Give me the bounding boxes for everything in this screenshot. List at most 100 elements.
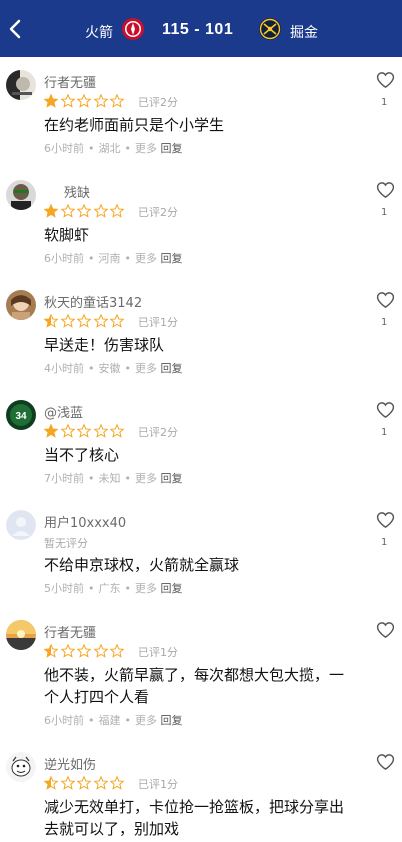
username[interactable]: 残缺 bbox=[64, 182, 90, 201]
rating-text: 已评2分 bbox=[138, 206, 178, 219]
star-empty-icon bbox=[93, 314, 108, 328]
score: 115 - 101 bbox=[162, 21, 234, 38]
rating-text: 已评2分 bbox=[138, 96, 178, 109]
more-link[interactable]: 更多 bbox=[135, 714, 157, 727]
avatar[interactable]: 34 bbox=[6, 400, 36, 430]
comment-text: 早送走！伤害球队 bbox=[44, 336, 165, 354]
star-empty-icon bbox=[110, 776, 124, 790]
star-filled-icon bbox=[44, 94, 58, 108]
username[interactable]: 用户10xxx40 bbox=[44, 512, 126, 531]
away-team-name: 掘金 bbox=[290, 25, 318, 41]
avatar[interactable] bbox=[6, 510, 36, 540]
star-filled-icon bbox=[44, 424, 58, 438]
star-empty-icon bbox=[110, 204, 124, 218]
star-empty-icon bbox=[60, 204, 75, 218]
avatar[interactable] bbox=[6, 752, 36, 782]
home-team-name: 火箭 bbox=[85, 25, 113, 41]
like-heart-icon[interactable] bbox=[376, 291, 395, 309]
like-heart-icon[interactable] bbox=[376, 511, 395, 529]
star-half-icon bbox=[44, 314, 58, 328]
reply-button[interactable]: 回复 bbox=[161, 714, 183, 727]
star-empty-icon bbox=[93, 94, 108, 108]
like-count: 1 bbox=[381, 97, 388, 108]
reply-button[interactable]: 回复 bbox=[161, 252, 183, 265]
match-header: 火箭 115 - 101 掘金 bbox=[0, 0, 402, 57]
more-link[interactable]: 更多 bbox=[135, 582, 157, 595]
more-link[interactable]: 更多 bbox=[135, 142, 157, 155]
like-count: 1 bbox=[381, 427, 388, 438]
avatar[interactable] bbox=[6, 620, 36, 650]
location: 湖北 bbox=[98, 142, 121, 155]
comment-meta: 6小时前 • 河南 • 更多 回复 bbox=[44, 252, 183, 265]
rating-stars bbox=[44, 776, 127, 792]
rating-stars bbox=[44, 204, 127, 220]
comment-text-line: 他不装，火箭早赢了，每次都想大包大揽，一 bbox=[44, 666, 345, 684]
star-empty-icon bbox=[93, 644, 108, 658]
avatar[interactable] bbox=[6, 180, 36, 210]
username[interactable]: @浅蓝 bbox=[44, 402, 83, 421]
username[interactable]: 秋天的童话3142 bbox=[44, 292, 142, 311]
timestamp: 6小时前 bbox=[44, 252, 84, 265]
location: 未知 bbox=[98, 472, 121, 485]
back-arrow-icon[interactable] bbox=[6, 18, 26, 40]
username[interactable]: 行者无疆 bbox=[44, 622, 96, 641]
comment-meta: 6小时前 • 湖北 • 更多 回复 bbox=[44, 142, 183, 155]
reply-button[interactable]: 回复 bbox=[161, 142, 183, 155]
comment-text: 当不了核心 bbox=[44, 446, 120, 464]
comment-text-line: 个人打四个人看 bbox=[44, 688, 150, 706]
avatar-image-icon bbox=[6, 290, 36, 320]
like-count: 1 bbox=[381, 537, 388, 548]
star-filled-icon bbox=[44, 204, 58, 218]
like-heart-icon[interactable] bbox=[376, 71, 395, 89]
comment-meta: 7小时前 • 未知 • 更多 回复 bbox=[44, 472, 183, 485]
star-empty-icon bbox=[93, 776, 108, 790]
default-avatar-icon bbox=[6, 510, 36, 540]
location: 福建 bbox=[98, 714, 121, 727]
star-empty-icon bbox=[77, 644, 91, 658]
more-link[interactable]: 更多 bbox=[135, 472, 157, 485]
like-count: 1 bbox=[381, 317, 388, 328]
avatar[interactable] bbox=[6, 290, 36, 320]
rating-text: 已评1分 bbox=[138, 778, 178, 791]
avatar-image-icon bbox=[6, 70, 36, 100]
star-empty-icon bbox=[77, 776, 91, 790]
comment-text-line: 减少无效单打，卡位抢一抢篮板，把球分享出 bbox=[44, 798, 345, 816]
comment-text: 在约老师面前只是个小学生 bbox=[44, 116, 225, 134]
rating-text: 已评1分 bbox=[138, 646, 178, 659]
username[interactable]: 逆光如伤 bbox=[44, 754, 96, 773]
reply-button[interactable]: 回复 bbox=[161, 582, 183, 595]
star-empty-icon bbox=[77, 94, 91, 108]
reply-button[interactable]: 回复 bbox=[161, 472, 183, 485]
star-empty-icon bbox=[93, 424, 108, 438]
more-link[interactable]: 更多 bbox=[135, 252, 157, 265]
reply-button[interactable]: 回复 bbox=[161, 362, 183, 375]
star-empty-icon bbox=[110, 644, 124, 658]
like-count: 1 bbox=[381, 207, 388, 218]
username[interactable]: 行者无疆 bbox=[44, 72, 96, 91]
comment-meta: 6小时前 • 福建 • 更多 回复 bbox=[44, 714, 183, 727]
like-heart-icon[interactable] bbox=[376, 401, 395, 419]
like-heart-icon[interactable] bbox=[376, 621, 395, 639]
nuggets-logo-icon bbox=[259, 18, 281, 40]
comment-text-line: 去就可以了，别加戏 bbox=[44, 820, 180, 838]
star-empty-icon bbox=[60, 644, 75, 658]
avatar[interactable] bbox=[6, 70, 36, 100]
avatar-image-icon bbox=[6, 620, 36, 650]
location: 安徽 bbox=[98, 362, 121, 375]
more-link[interactable]: 更多 bbox=[135, 362, 157, 375]
like-heart-icon[interactable] bbox=[376, 753, 395, 771]
rating-stars bbox=[44, 314, 127, 330]
location: 河南 bbox=[98, 252, 121, 265]
star-half-icon bbox=[44, 644, 58, 658]
timestamp: 6小时前 bbox=[44, 142, 84, 155]
star-empty-icon bbox=[60, 314, 75, 328]
rating-text: 已评1分 bbox=[138, 316, 178, 329]
star-empty-icon bbox=[110, 314, 124, 328]
comment-meta: 4小时前 • 安徽 • 更多 回复 bbox=[44, 362, 183, 375]
like-heart-icon[interactable] bbox=[376, 181, 395, 199]
star-empty-icon bbox=[110, 424, 124, 438]
star-empty-icon bbox=[60, 776, 75, 790]
comment-meta: 5小时前 • 广东 • 更多 回复 bbox=[44, 582, 183, 595]
star-empty-icon bbox=[60, 94, 75, 108]
timestamp: 6小时前 bbox=[44, 714, 84, 727]
